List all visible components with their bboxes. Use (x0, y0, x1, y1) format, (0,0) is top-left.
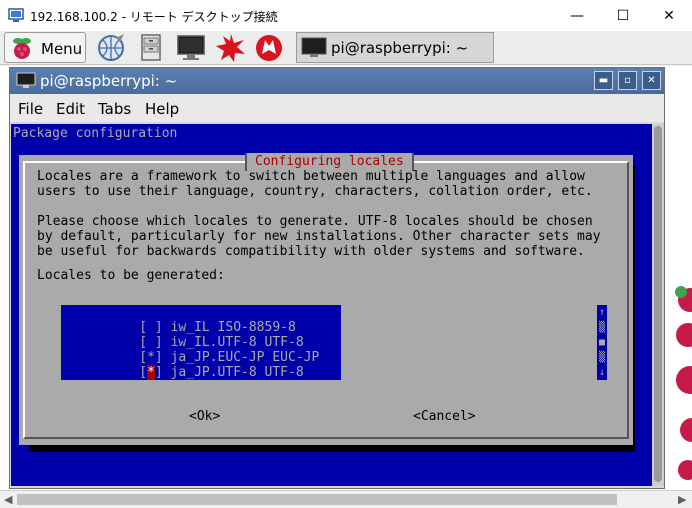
file-manager-launcher[interactable] (134, 32, 168, 63)
dialog-text-line: be useful for backwards compatibility wi… (37, 244, 585, 259)
globe-icon (98, 34, 124, 61)
terminal-title-bar[interactable]: pi@raspberrypi: ~ ▬ ▫ ✕ (10, 68, 664, 94)
terminal-scroll-thumb[interactable] (654, 126, 662, 482)
scroll-track: ▒ (598, 352, 606, 363)
terminal-window: pi@raspberrypi: ~ ▬ ▫ ✕ File Edit Tabs H… (9, 67, 665, 489)
dialog-text-line: users to use their language, country, ch… (37, 184, 593, 199)
maximize-button[interactable]: ☐ (600, 0, 646, 31)
cancel-button[interactable]: <Cancel> (413, 409, 476, 424)
monitor-icon (177, 35, 205, 60)
file-cabinet-icon (141, 34, 161, 61)
menu-tabs[interactable]: Tabs (98, 100, 131, 118)
web-browser-launcher[interactable] (94, 32, 128, 63)
locale-name: ka_GE GEORGIAN-PS (170, 380, 304, 395)
menu-edit[interactable]: Edit (56, 100, 85, 118)
horizontal-scrollbar[interactable]: ◀ ▶ (0, 490, 692, 508)
minimize-button[interactable]: — (554, 0, 600, 31)
locales-checklist[interactable]: [ ] iw_IL ISO-8859-8 [ ] iw_IL.UTF-8 UTF… (61, 305, 341, 395)
menu-help[interactable]: Help (145, 100, 179, 118)
ok-button[interactable]: <Ok> (189, 409, 220, 424)
terminal-maximize-button[interactable]: ▫ (618, 71, 637, 90)
close-button[interactable]: ✕ (646, 0, 692, 31)
terminal-close-button[interactable]: ✕ (642, 71, 661, 90)
terminal-launcher[interactable] (174, 32, 208, 63)
configuring-locales-dialog: Configuring locales Locales are a framew… (19, 153, 633, 445)
dialog-text-line: Please choose which locales to generate.… (37, 214, 593, 229)
dialog-text-line: by default, particularly for new install… (37, 229, 601, 244)
terminal-icon (16, 72, 36, 88)
menu-button[interactable]: Menu (4, 32, 86, 63)
scroll-track: ▒ (598, 322, 606, 333)
locale-item[interactable]: [ ] ka_GE GEORGIAN-PS (61, 365, 341, 395)
scroll-left-arrow-icon[interactable]: ◀ (4, 493, 12, 506)
terminal-screen[interactable]: Package configuration Configuring locale… (11, 124, 652, 486)
locale-item[interactable]: [ ] iw_IL ISO-8859-8 (61, 305, 341, 335)
remote-desktop-icon (8, 8, 24, 22)
locale-checkbox[interactable]: [ ] (139, 380, 162, 395)
terminal-scrollbar[interactable] (652, 124, 664, 486)
menu-label: Menu (41, 40, 83, 58)
rdp-title-bar: 192.168.100.2 - リモート デスクトップ接続 — ☐ ✕ (0, 0, 692, 31)
locale-list-scrollbar[interactable]: ↑ ▒ ■ ▒ ↓ (597, 305, 607, 380)
wolfram-launcher[interactable] (252, 32, 286, 63)
package-configuration-title: Package configuration (13, 126, 178, 141)
scroll-up-arrow-icon[interactable]: ↑ (597, 305, 607, 320)
terminal-title: pi@raspberrypi: ~ (40, 72, 178, 90)
terminal-menubar: File Edit Tabs Help (10, 94, 664, 122)
terminal-icon (301, 37, 327, 57)
dialog-text-line: Locales are a framework to switch betwee… (37, 169, 585, 184)
locales-list-label: Locales to be generated: (37, 268, 225, 283)
red-star-icon (216, 34, 245, 62)
rdp-window-title: 192.168.100.2 - リモート デスクトップ接続 (30, 10, 278, 24)
taskbar-terminal-item[interactable]: pi@raspberrypi: ~ (296, 32, 494, 63)
raspberry-icon (13, 38, 31, 59)
desktop-panel: Menu pi@raspberrypi: ~ (0, 31, 692, 65)
menu-file[interactable]: File (18, 100, 43, 118)
scroll-down-arrow-icon[interactable]: ↓ (597, 365, 607, 380)
locale-item[interactable]: [ ] iw_IL.UTF-8 UTF-8 (61, 320, 341, 350)
horizontal-scroll-thumb[interactable] (17, 494, 617, 505)
taskbar-terminal-label: pi@raspberrypi: ~ (331, 39, 469, 57)
terminal-minimize-button[interactable]: ▬ (594, 71, 613, 90)
wallpaper-raspberry (675, 286, 692, 480)
scroll-thumb[interactable]: ■ (597, 335, 607, 350)
locale-item[interactable]: [*] ja_JP.EUC-JP EUC-JP (61, 335, 341, 365)
mathematica-launcher[interactable] (214, 32, 248, 63)
scroll-right-arrow-icon[interactable]: ▶ (678, 493, 686, 506)
locale-item-selected[interactable]: [*] ja_JP.UTF-8 UTF-8 (61, 350, 341, 380)
wolf-icon (256, 35, 282, 61)
